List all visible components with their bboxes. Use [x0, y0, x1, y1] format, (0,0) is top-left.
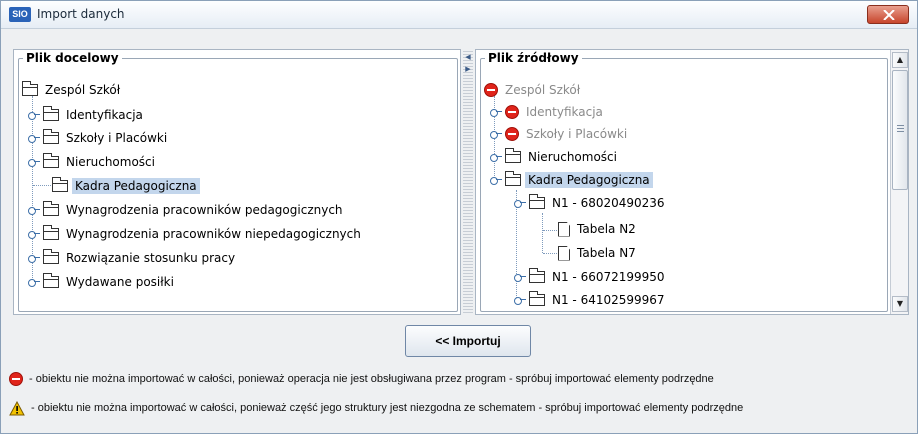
no-entry-icon [9, 372, 23, 386]
expand-handle-icon[interactable] [28, 133, 40, 143]
expand-handle-icon[interactable] [514, 272, 526, 282]
expand-handle-icon[interactable] [490, 107, 502, 117]
tree-node[interactable]: Identyfikacja [28, 105, 146, 125]
tree-node[interactable]: Wydawane posiłki [28, 272, 177, 292]
tree-node[interactable]: Nieruchomości [28, 152, 158, 172]
expand-handle-icon[interactable] [514, 295, 526, 305]
folder-icon [52, 177, 68, 192]
tree-node[interactable]: Tabela N2 [558, 219, 639, 239]
tree-node[interactable]: N1 - 66072199950 [514, 267, 668, 287]
tree-node[interactable]: Nieruchomości [490, 147, 620, 167]
tree-node-selected[interactable]: Kadra Pedagogiczna [52, 176, 200, 196]
title-bar[interactable]: SIO Import danych [1, 1, 917, 29]
folder-icon [22, 81, 38, 96]
import-button[interactable]: << Importuj [405, 325, 531, 357]
noentry-note: - obiektu nie można importować w całości… [9, 370, 917, 388]
folder-icon [43, 129, 59, 144]
target-file-panel: Plik docelowy Zespól Szkół Identyfikacja… [13, 49, 461, 315]
scrollbar-thumb[interactable] [892, 70, 908, 190]
warning-note: - obiektu nie można importować w całości… [9, 399, 917, 417]
expand-handle-icon[interactable] [28, 157, 40, 167]
tree-node[interactable]: Wynagrodzenia pracowników pedagogicznych [28, 200, 346, 220]
expand-handle-icon[interactable] [490, 152, 502, 162]
close-button[interactable] [867, 5, 909, 24]
expand-handle-icon[interactable] [514, 198, 526, 208]
expand-handle-icon[interactable] [490, 129, 502, 139]
tree-node-root[interactable]: Zespól Szkół [484, 80, 583, 100]
folder-icon [43, 225, 59, 240]
scroll-up-arrow-icon[interactable]: ▲ [892, 52, 908, 68]
expand-handle-icon[interactable] [28, 229, 40, 239]
tree-node[interactable]: N1 - 68020490236 [514, 193, 668, 213]
source-tree-scrollbar[interactable]: ▲ ▼ [890, 50, 908, 314]
folder-icon [505, 171, 521, 186]
document-icon [558, 245, 570, 261]
no-entry-icon [505, 105, 519, 119]
folder-icon [505, 148, 521, 163]
app-logo-icon: SIO [9, 7, 31, 22]
no-entry-icon [505, 127, 519, 141]
scroll-down-arrow-icon[interactable]: ▼ [892, 296, 908, 312]
tree-node[interactable]: N1 - 64102599967 [514, 290, 668, 310]
warning-icon [9, 400, 25, 415]
tree-node[interactable]: Tabela N7 [558, 243, 639, 263]
tree-node-selected[interactable]: Kadra Pedagogiczna [490, 170, 653, 190]
folder-icon [43, 153, 59, 168]
tree-node[interactable]: Rozwiązanie stosunku pracy [28, 248, 238, 268]
panel-splitter[interactable]: ◀ ▶ [463, 49, 473, 315]
expand-handle-icon[interactable] [28, 110, 40, 120]
source-file-legend: Plik źródłowy [485, 51, 582, 65]
folder-icon [43, 249, 59, 264]
expand-handle-icon[interactable] [28, 253, 40, 263]
close-icon [883, 10, 895, 20]
no-entry-icon [484, 83, 498, 97]
folder-icon [529, 291, 545, 306]
source-file-panel: Plik źródłowy Zespól Szkół Identyfikacja… [475, 49, 909, 315]
tree-node[interactable]: Identyfikacja [490, 102, 606, 122]
tree-node-root[interactable]: Zespól Szkół [22, 80, 123, 100]
folder-icon [43, 273, 59, 288]
splitter-left-arrow-icon[interactable]: ◀ [464, 53, 472, 61]
tree-node[interactable]: Szkoły i Placówki [490, 124, 630, 144]
tree-node[interactable]: Szkoły i Placówki [28, 128, 170, 148]
folder-icon [43, 106, 59, 121]
expand-handle-icon[interactable] [28, 277, 40, 287]
folder-icon [529, 194, 545, 209]
folder-icon [43, 201, 59, 216]
expand-handle-icon[interactable] [28, 205, 40, 215]
folder-icon [529, 268, 545, 283]
expand-handle-icon[interactable] [490, 175, 502, 185]
tree-node[interactable]: Wynagrodzenia pracowników niepedagogiczn… [28, 224, 364, 244]
target-file-legend: Plik docelowy [23, 51, 122, 65]
document-icon [558, 221, 570, 237]
window-title: Import danych [37, 7, 125, 21]
splitter-right-arrow-icon[interactable]: ▶ [464, 65, 472, 73]
import-dialog: SIO Import danych Plik docelowy Zespól S… [0, 0, 918, 434]
